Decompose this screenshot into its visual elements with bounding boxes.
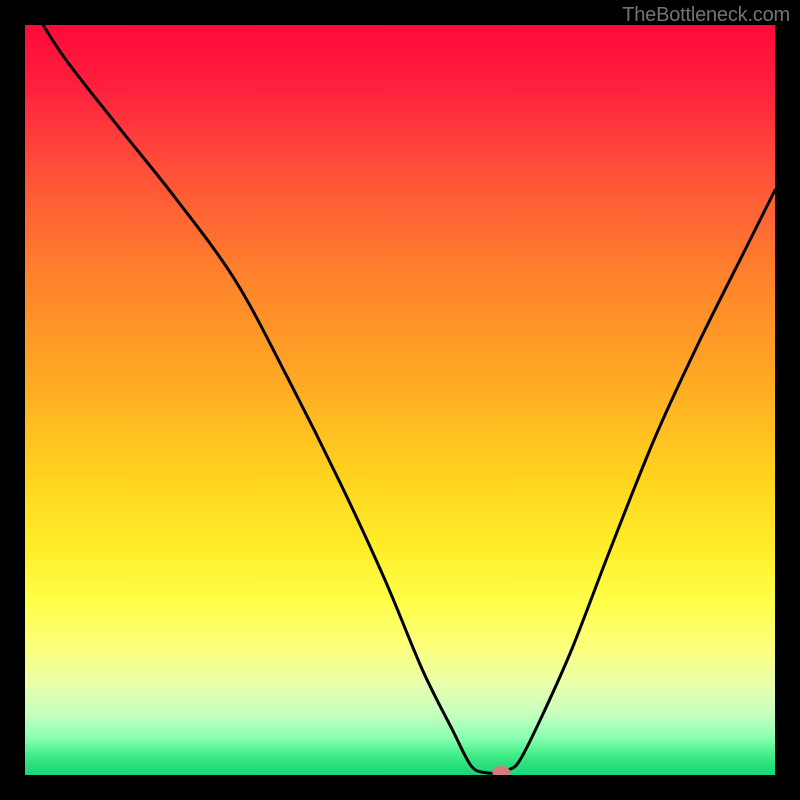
plot-area: [25, 25, 775, 775]
attribution-text: TheBottleneck.com: [622, 4, 790, 27]
optimal-point-marker: [492, 766, 510, 775]
chart-svg: [25, 25, 775, 775]
bottleneck-curve-line: [25, 25, 775, 773]
chart-frame: TheBottleneck.com: [0, 0, 800, 800]
